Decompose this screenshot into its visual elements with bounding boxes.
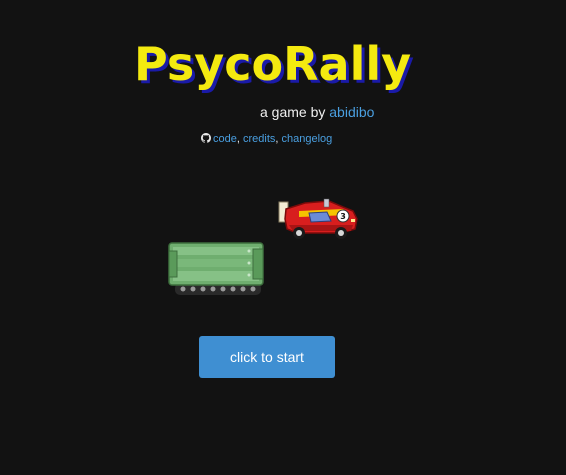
byline: a game by abidibo [260,103,374,121]
race-car-sprite: 3 [278,198,358,239]
code-link[interactable]: code [213,133,237,145]
credits-link[interactable]: credits [243,133,275,145]
tank-sprite [168,242,264,295]
changelog-link[interactable]: changelog [282,133,333,145]
game-stage: PsycoRally a game by abidibo code, credi… [0,0,566,475]
byline-prefix: a game by [260,104,330,120]
project-links: code, credits, changelog [201,132,332,146]
game-title: PsycoRally [134,37,412,91]
author-link[interactable]: abidibo [329,104,374,120]
start-button[interactable]: click to start [199,336,335,378]
svg-text:3: 3 [340,212,346,221]
github-icon [201,133,211,143]
